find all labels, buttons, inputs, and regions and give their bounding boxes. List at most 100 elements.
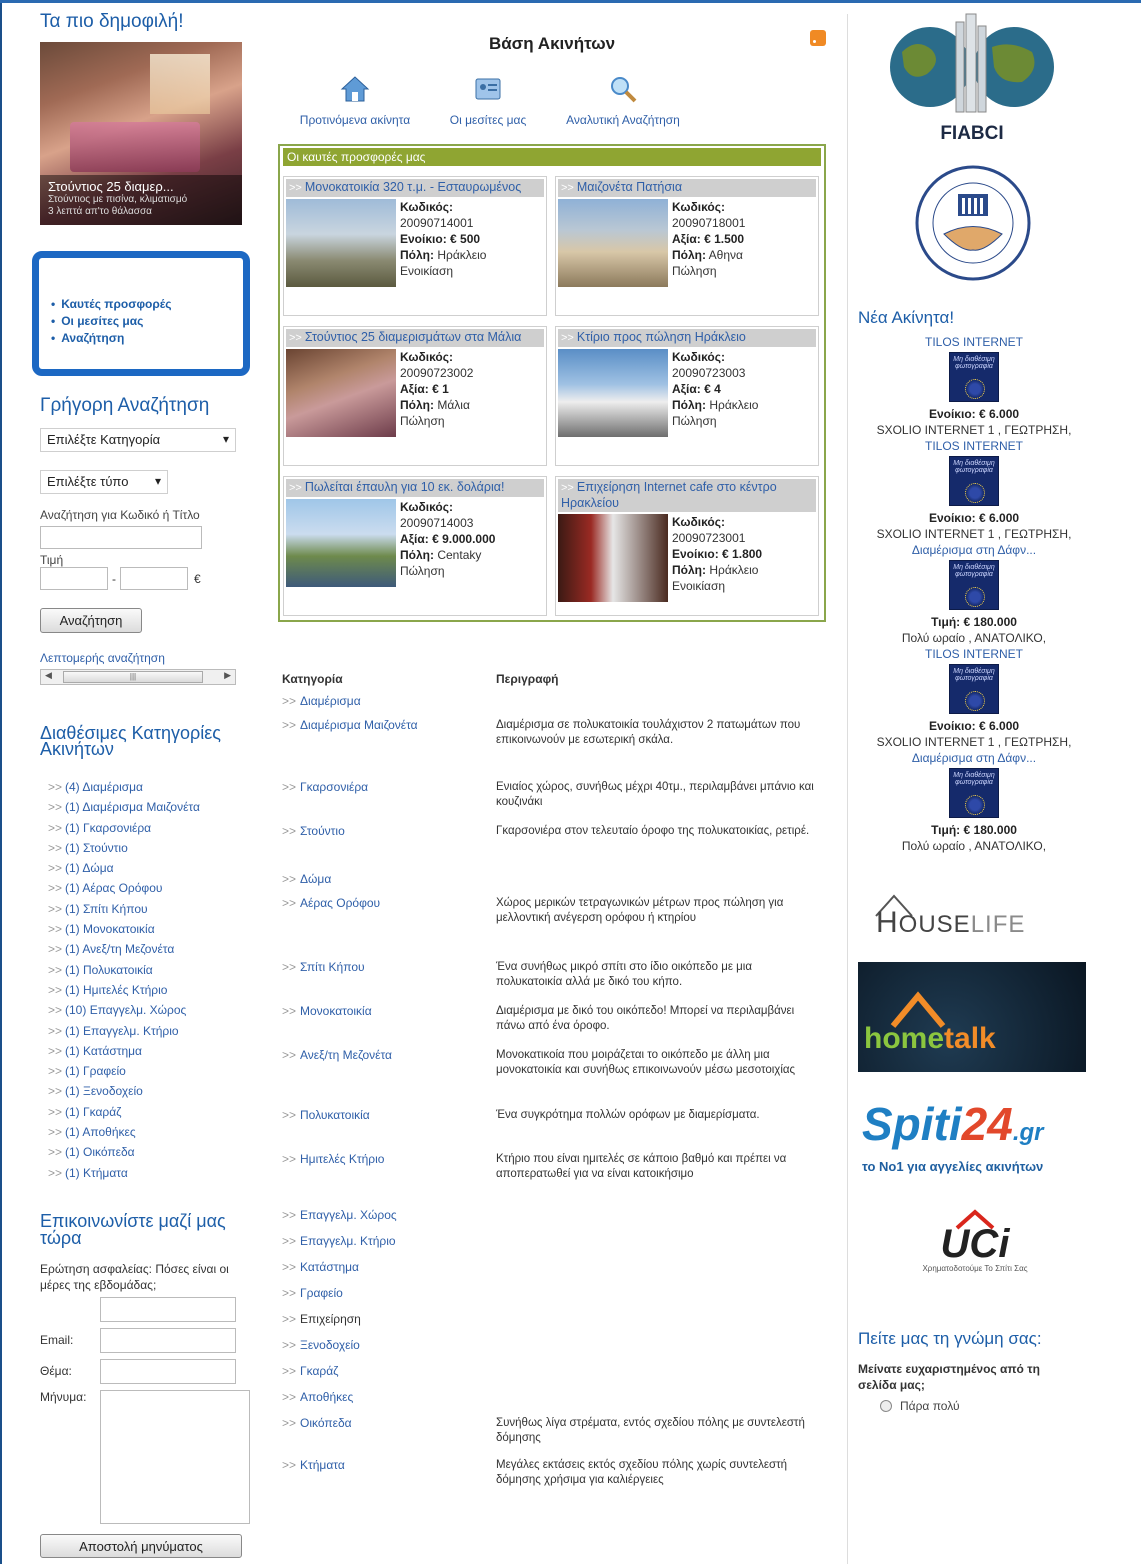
spiti24-logo[interactable]: Spiti24.gr το Νο1 για αγγελίες ακινήτων — [862, 1094, 1086, 1184]
category-link[interactable]: >> (1) Γκαράζ — [48, 1102, 250, 1122]
table-category-link[interactable]: >> Ημιτελές Κτήριο — [278, 1152, 496, 1208]
table-category-link[interactable]: >> Ανεξ/τη Μεζονέτα — [278, 1048, 496, 1108]
search-code-input[interactable] — [40, 526, 202, 549]
nav-recommended[interactable]: Προτινόμενα ακίνητα — [290, 74, 420, 127]
offer-photo[interactable] — [286, 349, 396, 437]
category-link[interactable]: >> (10) Επαγγελμ. Χώρος — [48, 1000, 250, 1020]
category-link[interactable]: >> (1) Μονοκατοικία — [48, 919, 250, 939]
new-listing-item[interactable]: TILOS INTERNET Μη διαθέσιμη φωτογραφία Ε… — [858, 438, 1090, 542]
category-link[interactable]: >> (1) Στούντιο — [48, 838, 250, 858]
menu-item-agents[interactable]: Οι μεσίτες μας — [51, 313, 243, 330]
price-max-input[interactable] — [120, 567, 188, 590]
category-link[interactable]: >> (1) Αέρας Ορόφου — [48, 878, 250, 898]
new-listing-title[interactable]: Διαμέρισμα στη Δάφν... — [858, 542, 1090, 558]
no-photo-thumbnail[interactable]: Μη διαθέσιμη φωτογραφία — [949, 560, 999, 610]
no-photo-thumbnail[interactable]: Μη διαθέσιμη φωτογραφία — [949, 664, 999, 714]
scroll-right-icon[interactable]: ▶ — [224, 670, 231, 681]
email-input[interactable] — [100, 1327, 236, 1353]
new-listing-item[interactable]: TILOS INTERNET Μη διαθέσιμη φωτογραφία Ε… — [858, 334, 1090, 438]
poll-option[interactable]: Πάρα πολύ — [880, 1399, 1090, 1413]
offer-card[interactable]: >> Στούντιος 25 διαμερισμάτων στα Μάλια Κ… — [283, 326, 547, 466]
table-category-link[interactable]: >> Γραφείο — [278, 1286, 496, 1312]
advanced-search-link[interactable]: Λεπτομερής αναζήτηση — [40, 651, 250, 665]
new-listing-title[interactable]: TILOS INTERNET — [858, 646, 1090, 662]
offer-title[interactable]: >> Πωλείται έπαυλη για 10 εκ. δολάρια! — [286, 479, 544, 497]
table-category-link[interactable]: >> Διαμέρισμα Μαιζονέτα — [278, 718, 496, 780]
category-link[interactable]: >> (1) Σπίτι Κήπου — [48, 899, 250, 919]
nav-agents[interactable]: Οι μεσίτες μας — [438, 74, 538, 127]
new-listing-item[interactable]: TILOS INTERNET Μη διαθέσιμη φωτογραφία Ε… — [858, 646, 1090, 750]
category-link[interactable]: >> (1) Αποθήκες — [48, 1122, 250, 1142]
popular-property-image[interactable]: Στούντιος 25 διαμερ... Στούντιος με πισί… — [40, 42, 242, 225]
category-link[interactable]: >> (1) Ξενοδοχείο — [48, 1081, 250, 1101]
offer-title[interactable]: >> Επιχείρηση Internet cafe στο κέντρο Ηρ… — [558, 479, 816, 512]
association-seal[interactable] — [914, 164, 1032, 282]
category-link[interactable]: >> (4) Διαμέρισμα — [48, 777, 250, 797]
search-button[interactable]: Αναζήτηση — [40, 608, 142, 633]
new-listing-item[interactable]: Διαμέρισμα στη Δάφν... Μη διαθέσιμη φωτο… — [858, 542, 1090, 646]
table-category-link[interactable]: >> Δώμα — [278, 872, 496, 896]
offer-title[interactable]: >> Στούντιος 25 διαμερισμάτων στα Μάλια — [286, 329, 544, 347]
table-category-link[interactable]: >> Πολυκατοικία — [278, 1108, 496, 1152]
table-category-link[interactable]: >> Κτήματα — [278, 1458, 496, 1498]
no-photo-thumbnail[interactable]: Μη διαθέσιμη φωτογραφία — [949, 768, 999, 818]
offer-card[interactable]: >> Επιχείρηση Internet cafe στο κέντρο Ηρ… — [555, 476, 819, 616]
table-category-link[interactable]: >> Γκαράζ — [278, 1364, 496, 1390]
nav-advanced-search[interactable]: Αναλυτική Αναζήτηση — [558, 74, 688, 127]
table-category-link[interactable]: >> Επαγγελμ. Κτήριο — [278, 1234, 496, 1260]
table-category-link[interactable]: >> Σπίτι Κήπου — [278, 960, 496, 1004]
offer-card[interactable]: >> Πωλείται έπαυλη για 10 εκ. δολάρια! Κω… — [283, 476, 547, 616]
fiabci-logo[interactable]: FIABCI — [882, 12, 1062, 144]
category-link[interactable]: >> (1) Πολυκατοικία — [48, 960, 250, 980]
offer-photo[interactable] — [558, 349, 668, 437]
offer-card[interactable]: >> Μονοκατοικία 320 τ.μ. - Εσταυρωμένος Κ… — [283, 176, 547, 316]
subject-input[interactable] — [100, 1358, 236, 1384]
table-category-link[interactable]: >> Διαμέρισμα — [278, 694, 496, 718]
new-listing-item[interactable]: Διαμέρισμα στη Δάφν... Μη διαθέσιμη φωτο… — [858, 750, 1090, 854]
table-category-link[interactable]: >> Αέρας Ορόφου — [278, 896, 496, 960]
table-category-link[interactable]: >> Οικόπεδα — [278, 1416, 496, 1458]
offer-title[interactable]: >> Κτίριο προς πώληση Ηράκλειο — [558, 329, 816, 347]
type-select[interactable]: Επιλέξτε τύπο — [40, 470, 168, 494]
new-listing-title[interactable]: TILOS INTERNET — [858, 334, 1090, 350]
table-category-link[interactable]: >> Επαγγελμ. Χώρος — [278, 1208, 496, 1234]
scroll-left-icon[interactable]: ◀ — [45, 670, 52, 681]
category-link[interactable]: >> (1) Γραφείο — [48, 1061, 250, 1081]
offer-title[interactable]: >> Μαιζονέτα Πατήσια — [558, 179, 816, 197]
no-photo-thumbnail[interactable]: Μη διαθέσιμη φωτογραφία — [949, 456, 999, 506]
category-link[interactable]: >> (1) Ανεξ/τη Μεζονέτα — [48, 939, 250, 959]
offer-photo[interactable] — [286, 499, 396, 587]
category-link[interactable]: >> (1) Κτήματα — [48, 1163, 250, 1183]
menu-item-hot-offers[interactable]: Καυτές προσφορές — [51, 296, 243, 313]
offer-photo[interactable] — [286, 199, 396, 287]
table-category-link[interactable]: >> Αποθήκες — [278, 1390, 496, 1416]
hometalk-banner[interactable]: hometalk — [858, 962, 1086, 1072]
offer-photo[interactable] — [558, 514, 668, 602]
table-category-link[interactable]: >> Κατάστημα — [278, 1260, 496, 1286]
table-category-link[interactable]: >> Επιχείρηση — [278, 1312, 496, 1338]
table-category-link[interactable]: >> Ξενοδοχείο — [278, 1338, 496, 1364]
send-message-button[interactable]: Αποστολή μηνύματος — [40, 1533, 242, 1558]
category-link[interactable]: >> (1) Ημιτελές Κτήριο — [48, 980, 250, 1000]
offer-card[interactable]: >> Κτίριο προς πώληση Ηράκλειο Κωδικός: 2… — [555, 326, 819, 466]
category-select[interactable]: Επιλέξτε Κατηγορία — [40, 428, 236, 452]
new-listing-title[interactable]: TILOS INTERNET — [858, 438, 1090, 454]
category-link[interactable]: >> (1) Δώμα — [48, 858, 250, 878]
category-link[interactable]: >> (1) Κατάστημα — [48, 1041, 250, 1061]
scroll-thumb[interactable]: ||| — [63, 671, 203, 683]
category-link[interactable]: >> (1) Επαγγελμ. Κτήριο — [48, 1021, 250, 1041]
table-category-link[interactable]: >> Μονοκατοικία — [278, 1004, 496, 1048]
rss-icon[interactable] — [810, 30, 826, 46]
new-listing-title[interactable]: Διαμέρισμα στη Δάφν... — [858, 750, 1090, 766]
no-photo-thumbnail[interactable]: Μη διαθέσιμη φωτογραφία — [949, 352, 999, 402]
category-link[interactable]: >> (1) Διαμέρισμα Μαιζονέτα — [48, 797, 250, 817]
table-category-link[interactable]: >> Γκαρσονιέρα — [278, 780, 496, 824]
houselife-logo[interactable]: HOUSELIFE — [870, 892, 1080, 942]
offer-card[interactable]: >> Μαιζονέτα Πατήσια Κωδικός: 20090718001… — [555, 176, 819, 316]
table-category-link[interactable]: >> Στούντιο — [278, 824, 496, 872]
offer-title[interactable]: >> Μονοκατοικία 320 τ.μ. - Εσταυρωμένος — [286, 179, 544, 197]
price-min-input[interactable] — [40, 567, 108, 590]
menu-item-search[interactable]: Αναζήτηση — [51, 330, 243, 347]
category-link[interactable]: >> (1) Γκαρσονιέρα — [48, 818, 250, 838]
message-textarea[interactable] — [100, 1389, 250, 1524]
